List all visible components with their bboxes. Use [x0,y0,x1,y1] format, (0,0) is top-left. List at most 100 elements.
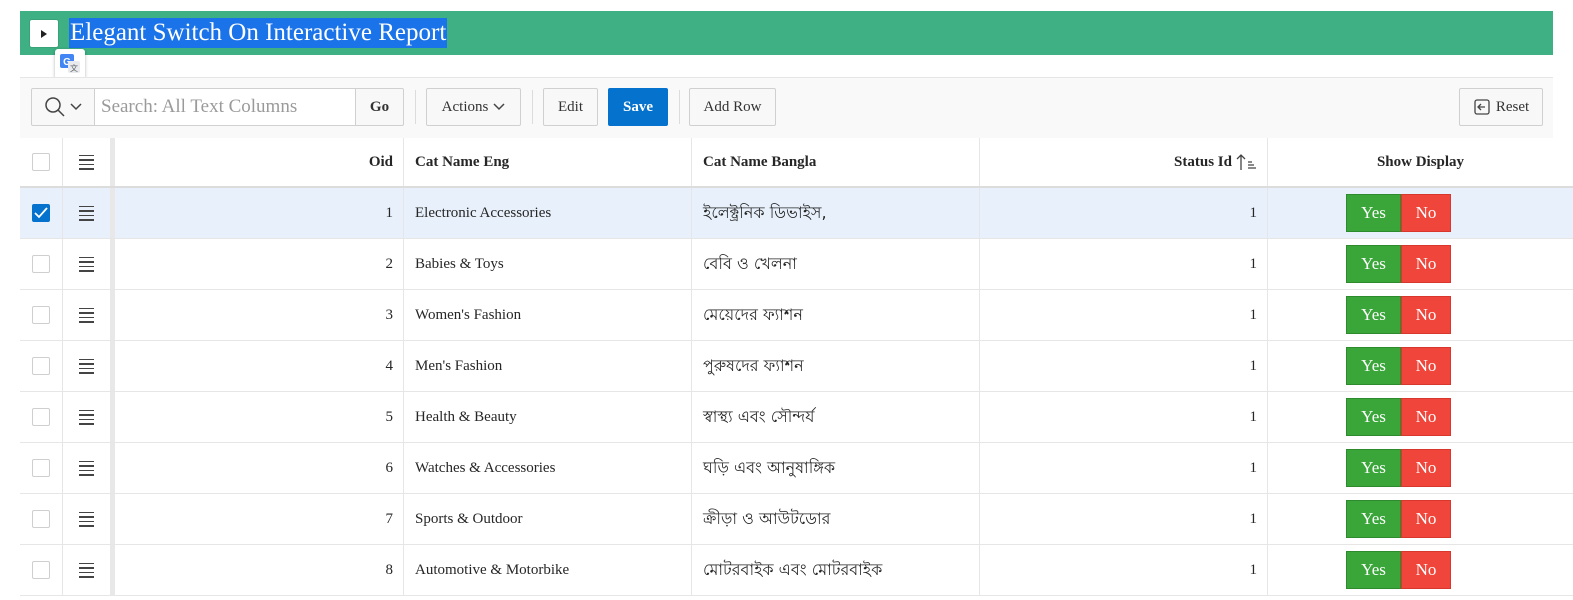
row-actions-cell[interactable] [63,188,115,238]
switch-yes-button[interactable]: Yes [1346,449,1401,487]
menu-icon [79,307,94,323]
row-actions-cell[interactable] [63,545,115,595]
cell-oid: 6 [120,443,404,493]
table-row[interactable]: 4 Men's Fashion পুরুষদের ফ্যাশন 1 Yes No [20,341,1573,392]
cell-show-display: Yes No [1268,494,1573,544]
column-header-oid[interactable]: Oid [120,138,404,186]
menu-icon [79,358,94,374]
row-select-cell [20,443,63,493]
svg-text:文: 文 [70,63,78,73]
row-checkbox[interactable] [32,255,50,273]
switch-yes-button[interactable]: Yes [1346,245,1401,283]
switch-no-button[interactable]: No [1401,296,1451,334]
chevron-down-icon [70,103,82,111]
column-header-cat-name-bangla[interactable]: Cat Name Bangla [692,138,980,186]
row-checkbox[interactable] [32,459,50,477]
table-row[interactable]: 1 Electronic Accessories ইলেক্ট্রনিক ডিভ… [20,188,1573,239]
search-column-selector[interactable] [31,88,95,126]
add-row-button[interactable]: Add Row [689,88,776,126]
switch-yes-button[interactable]: Yes [1346,194,1401,232]
row-checkbox[interactable] [32,204,50,222]
switch-no-button[interactable]: No [1401,500,1451,538]
table-row[interactable]: 5 Health & Beauty স্বাস্থ্য এবং সৌন্দর্য… [20,392,1573,443]
cell-cat-name-bangla: বেবি ও খেলনা [692,239,980,289]
actions-label: Actions [441,98,489,115]
switch-no-button[interactable]: No [1401,449,1451,487]
switch-no-button[interactable]: No [1401,194,1451,232]
column-header-show-display[interactable]: Show Display [1268,138,1573,186]
column-header-status-id[interactable]: Status Id [980,138,1268,186]
yes-no-switch[interactable]: Yes No [1346,245,1451,283]
cell-oid: 8 [120,545,404,595]
table-row[interactable]: 8 Automotive & Motorbike মোটরবাইক এবং মো… [20,545,1573,596]
row-actions-cell[interactable] [63,443,115,493]
column-header-cat-name-eng[interactable]: Cat Name Eng [404,138,692,186]
table-row[interactable]: 3 Women's Fashion মেয়েদের ফ্যাশন 1 Yes … [20,290,1573,341]
yes-no-switch[interactable]: Yes No [1346,500,1451,538]
table-row[interactable]: 6 Watches & Accessories ঘড়ি এবং আনুষাঙ্… [20,443,1573,494]
cell-show-display: Yes No [1268,545,1573,595]
switch-yes-button[interactable]: Yes [1346,551,1401,589]
yes-no-switch[interactable]: Yes No [1346,347,1451,385]
row-checkbox[interactable] [32,510,50,528]
row-checkbox[interactable] [32,306,50,324]
cell-cat-name-bangla: ইলেক্ট্রনিক ডিভাইস, [692,188,980,238]
cell-cat-name-eng: Health & Beauty [404,392,692,442]
cell-status-id: 1 [980,494,1268,544]
yes-no-switch[interactable]: Yes No [1346,398,1451,436]
switch-yes-button[interactable]: Yes [1346,296,1401,334]
edit-button[interactable]: Edit [543,88,598,126]
cell-cat-name-eng: Watches & Accessories [404,443,692,493]
menu-icon [79,205,94,221]
cell-cat-name-eng: Sports & Outdoor [404,494,692,544]
cell-show-display: Yes No [1268,188,1573,238]
cell-cat-name-bangla: মেয়েদের ফ্যাশন [692,290,980,340]
cell-cat-name-eng: Men's Fashion [404,341,692,391]
cell-show-display: Yes No [1268,239,1573,289]
row-checkbox[interactable] [32,357,50,375]
cell-oid: 2 [120,239,404,289]
google-translate-icon[interactable]: G 文 [55,49,85,79]
switch-no-button[interactable]: No [1401,245,1451,283]
menu-icon [79,409,94,425]
report-toolbar: Go Actions Edit Save Add Row Reset [20,77,1553,139]
cell-cat-name-bangla: ক্রীড়া ও আউটডোর [692,494,980,544]
cell-cat-name-bangla: স্বাস্থ্য এবং সৌন্দর্য [692,392,980,442]
toolbar-divider [415,90,416,124]
cell-cat-name-eng: Electronic Accessories [404,188,692,238]
switch-yes-button[interactable]: Yes [1346,347,1401,385]
cell-status-id: 1 [980,443,1268,493]
table-row[interactable]: 7 Sports & Outdoor ক্রীড়া ও আউটডোর 1 Ye… [20,494,1573,545]
row-actions-cell[interactable] [63,494,115,544]
row-actions-cell[interactable] [63,290,115,340]
row-select-cell [20,239,63,289]
column-header-label: Cat Name Bangla [703,153,817,170]
collapse-toggle-button[interactable] [30,20,58,47]
switch-no-button[interactable]: No [1401,398,1451,436]
save-button[interactable]: Save [608,88,668,126]
row-checkbox[interactable] [32,561,50,579]
cell-status-id: 1 [980,392,1268,442]
switch-no-button[interactable]: No [1401,551,1451,589]
table-row[interactable]: 2 Babies & Toys বেবি ও খেলনা 1 Yes No [20,239,1573,290]
yes-no-switch[interactable]: Yes No [1346,296,1451,334]
go-button[interactable]: Go [355,88,404,126]
switch-no-button[interactable]: No [1401,347,1451,385]
switch-yes-button[interactable]: Yes [1346,398,1401,436]
grid-header-row: Oid Cat Name Eng Cat Name Bangla Status … [20,138,1573,188]
row-actions-cell[interactable] [63,341,115,391]
switch-yes-button[interactable]: Yes [1346,500,1401,538]
row-select-cell [20,188,63,238]
cell-oid: 3 [120,290,404,340]
row-select-cell [20,392,63,442]
reset-button[interactable]: Reset [1459,88,1543,126]
row-checkbox[interactable] [32,408,50,426]
select-all-checkbox[interactable] [32,153,50,171]
yes-no-switch[interactable]: Yes No [1346,449,1451,487]
actions-button[interactable]: Actions [426,88,521,126]
row-actions-cell[interactable] [63,239,115,289]
yes-no-switch[interactable]: Yes No [1346,194,1451,232]
row-actions-cell[interactable] [63,392,115,442]
search-input[interactable] [94,88,356,126]
yes-no-switch[interactable]: Yes No [1346,551,1451,589]
